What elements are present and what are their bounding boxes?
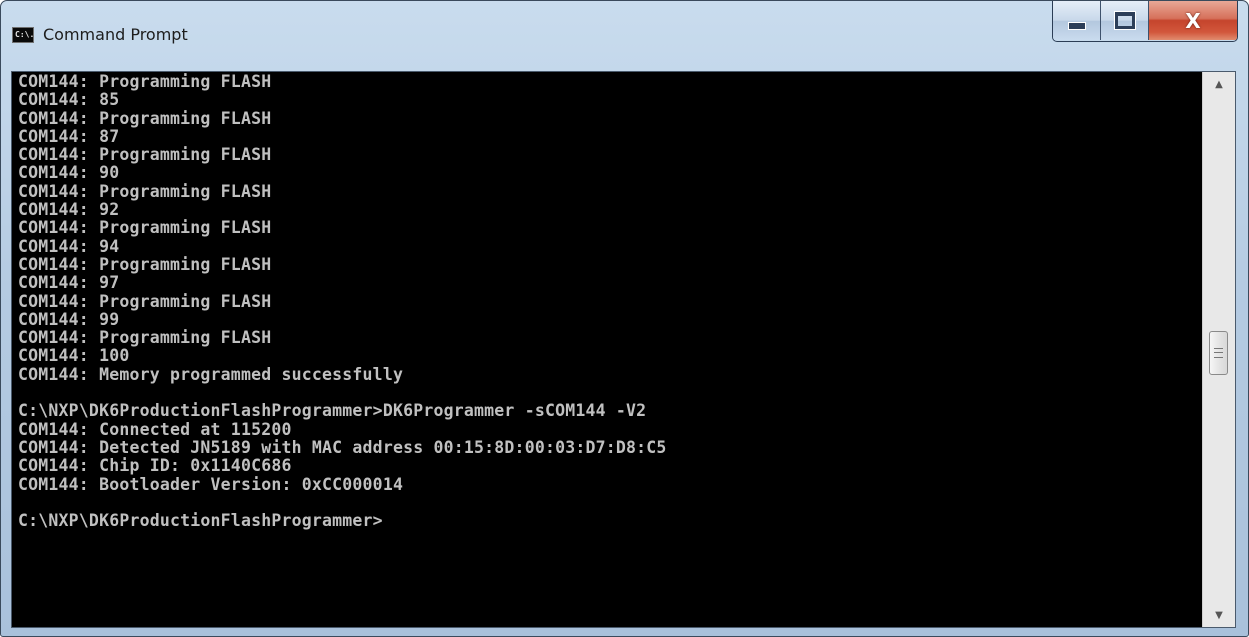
console-line: COM144: Programming FLASH xyxy=(18,108,272,128)
console-line: COM144: 92 xyxy=(18,200,120,220)
console-line: COM144: 97 xyxy=(18,273,120,293)
console-line: COM144: 100 xyxy=(18,346,130,366)
console-line: COM144: Programming FLASH xyxy=(18,145,272,165)
grip-icon xyxy=(1214,348,1223,358)
console-line: C:\NXP\DK6ProductionFlashProgrammer>DK6P… xyxy=(18,401,647,421)
vertical-scrollbar[interactable]: ▲ ▼ xyxy=(1202,72,1235,627)
console-line: COM144: Memory programmed successfully xyxy=(18,364,404,384)
console-line: COM144: 87 xyxy=(18,126,120,146)
console-line: COM144: 85 xyxy=(18,90,120,110)
scroll-down-arrow-icon[interactable]: ▼ xyxy=(1203,603,1235,627)
minimize-button[interactable] xyxy=(1053,1,1101,40)
console-line: COM144: Programming FLASH xyxy=(18,218,272,238)
window-title: Command Prompt xyxy=(43,25,188,44)
command-prompt-window: C:\. Command Prompt X COM144: Programmin… xyxy=(0,0,1249,637)
console-icon[interactable]: C:\. xyxy=(12,27,34,43)
console-line: COM144: 90 xyxy=(18,163,120,183)
console-output[interactable]: COM144: Programming FLASH COM144: 85 COM14… xyxy=(11,71,1236,628)
scroll-thumb[interactable] xyxy=(1209,331,1228,375)
scroll-up-arrow-icon[interactable]: ▲ xyxy=(1203,72,1235,96)
console-text: COM144: Programming FLASH COM144: 85 COM14… xyxy=(18,72,1193,531)
console-line: COM144: Programming FLASH xyxy=(18,181,272,201)
minimize-icon xyxy=(1067,21,1086,30)
console-line: COM144: Connected at 115200 xyxy=(18,419,292,439)
close-button[interactable]: X xyxy=(1149,1,1237,40)
console-line: COM144: Programming FLASH xyxy=(18,328,272,348)
console-line: COM144: Detected JN5189 with MAC address… xyxy=(18,437,667,457)
console-line: COM144: 99 xyxy=(18,309,120,329)
console-line: COM144: Bootloader Version: 0xCC000014 xyxy=(18,474,404,494)
console-line: C:\NXP\DK6ProductionFlashProgrammer> xyxy=(18,511,383,531)
caption-buttons: X xyxy=(1052,1,1238,42)
maximize-icon xyxy=(1114,12,1135,29)
console-line: COM144: Programming FLASH xyxy=(18,72,272,91)
maximize-button[interactable] xyxy=(1101,1,1149,40)
console-line: COM144: Chip ID: 0x1140C686 xyxy=(18,456,292,476)
console-line: COM144: Programming FLASH xyxy=(18,291,272,311)
title-bar[interactable]: C:\. Command Prompt X xyxy=(1,1,1248,59)
close-icon: X xyxy=(1185,8,1201,33)
console-line: COM144: 94 xyxy=(18,236,120,256)
console-line: COM144: Programming FLASH xyxy=(18,254,272,274)
